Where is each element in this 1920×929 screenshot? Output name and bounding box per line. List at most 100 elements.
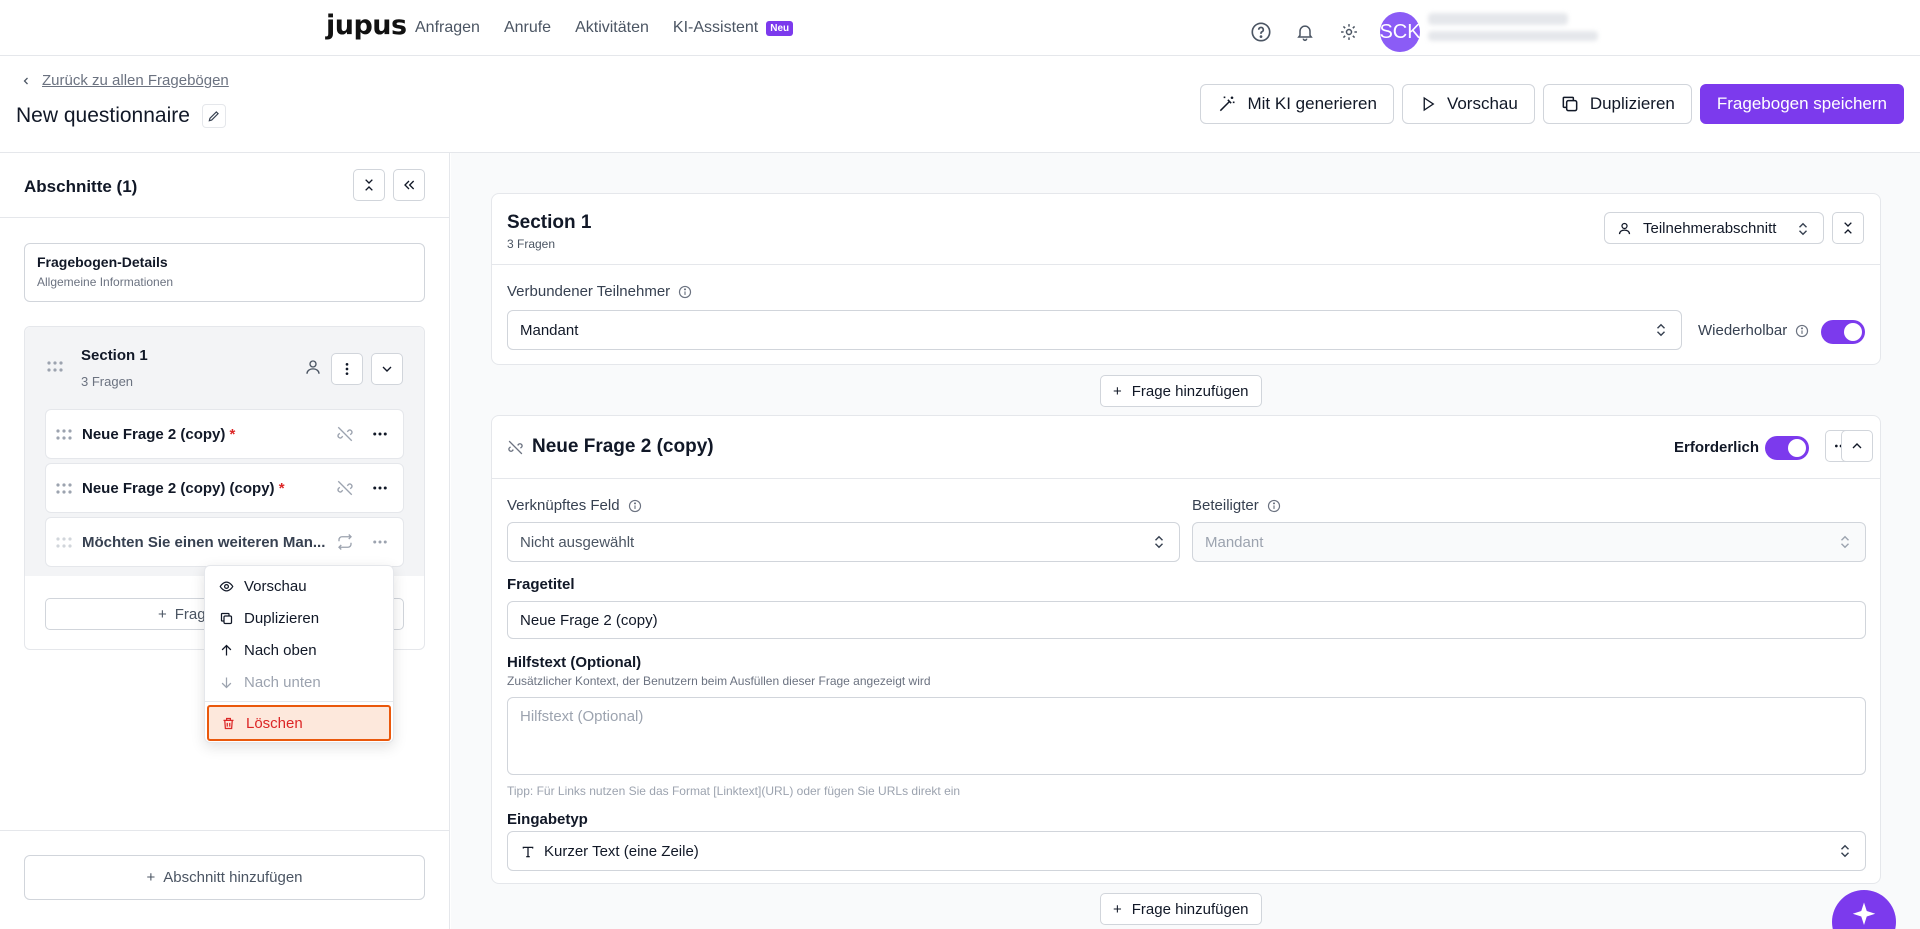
question-context-menu: Vorschau Duplizieren Nach oben Nach unte… xyxy=(204,565,394,743)
info-icon[interactable] xyxy=(678,285,692,299)
add-question-label: Frage hinzufügen xyxy=(1131,382,1249,400)
menu-item-delete[interactable]: Löschen xyxy=(207,705,391,741)
user-avatar[interactable]: SCK xyxy=(1379,12,1421,52)
bell-icon[interactable] xyxy=(1290,17,1320,47)
question-title-input[interactable]: Neue Frage 2 (copy) xyxy=(507,601,1866,639)
menu-item-move-down: Nach unten xyxy=(207,666,391,698)
generate-ai-button[interactable]: Mit KI generieren xyxy=(1200,84,1394,124)
more-horizontal-icon[interactable] xyxy=(371,479,389,497)
duplicate-button[interactable]: Duplizieren xyxy=(1542,84,1692,124)
drag-handle-icon[interactable] xyxy=(56,483,72,495)
menu-item-move-up[interactable]: Nach oben xyxy=(207,634,391,666)
add-question-button[interactable]: + Frage hinzufügen xyxy=(1100,375,1262,407)
question-panel-divider xyxy=(492,478,1880,479)
repeatable-toggle[interactable] xyxy=(1821,320,1865,344)
help-text-label: Hilfstext (Optional) xyxy=(507,654,642,671)
jupus-logo[interactable]: jupus xyxy=(326,10,407,41)
plus-icon: + xyxy=(1113,900,1122,918)
input-type-label: Eingabetyp xyxy=(507,811,588,828)
section-panel: Section 1 3 Fragen Teilnehmerabschnitt V… xyxy=(491,193,1881,365)
chevron-up-icon xyxy=(1852,443,1862,449)
back-link-label: Zurück zu allen Fragebögen xyxy=(42,72,229,89)
input-type-select[interactable]: Kurzer Text (eine Zeile) xyxy=(507,831,1866,871)
info-icon[interactable] xyxy=(1267,499,1281,513)
new-badge: Neu xyxy=(766,20,794,36)
question-collapse-button[interactable] xyxy=(1841,430,1873,462)
header-actions: Mit KI generieren Vorschau Duplizieren F… xyxy=(1200,84,1904,124)
gear-icon[interactable] xyxy=(1334,17,1364,47)
plus-icon: + xyxy=(146,869,156,886)
chevron-up-down-icon xyxy=(1155,535,1163,549)
help-text-tip: Tipp: Für Links nutzen Sie das Format [L… xyxy=(507,784,961,798)
menu-item-preview[interactable]: Vorschau xyxy=(207,570,391,602)
pencil-icon xyxy=(208,111,219,122)
chevron-up-down-icon xyxy=(1841,844,1849,858)
chevrons-collapse-icon xyxy=(365,179,373,191)
section-question-count: 3 Fragen xyxy=(507,237,556,251)
edit-title-button[interactable] xyxy=(201,104,226,128)
section-title[interactable]: Section 1 xyxy=(507,212,591,234)
question-label: Neue Frage 2 (copy) (copy) * xyxy=(82,480,285,497)
required-toggle[interactable] xyxy=(1765,436,1809,460)
help-text-textarea[interactable]: Hilfstext (Optional) xyxy=(507,697,1866,775)
collapse-all-button[interactable] xyxy=(353,169,385,201)
required-label: Erforderlich xyxy=(1674,439,1760,456)
main-editor: Section 1 3 Fragen Teilnehmerabschnitt V… xyxy=(451,153,1920,929)
trash-icon xyxy=(223,717,234,729)
save-questionnaire-button[interactable]: Fragebogen speichern xyxy=(1699,84,1904,124)
back-link[interactable]: Zurück zu allen Fragebögen xyxy=(20,72,229,89)
chevron-up-down-icon xyxy=(1841,535,1849,549)
more-horizontal-icon[interactable] xyxy=(371,425,389,443)
help-icon[interactable] xyxy=(1246,17,1276,47)
user-icon xyxy=(306,360,320,374)
menu-item-label: Nach oben xyxy=(244,641,317,659)
help-text-description: Zusätzlicher Kontext, der Benutzern beim… xyxy=(507,674,931,688)
add-question-button-bottom[interactable]: + Frage hinzufügen xyxy=(1100,893,1262,925)
top-icons: SCK xyxy=(1246,12,1421,52)
collapse-section-button[interactable] xyxy=(1832,212,1864,244)
preview-button[interactable]: Vorschau xyxy=(1401,84,1535,124)
chevron-down-icon xyxy=(382,366,392,372)
text-type-icon xyxy=(522,846,534,858)
copy-icon xyxy=(1562,96,1578,112)
add-section-button[interactable]: + Abschnitt hinzufügen xyxy=(24,855,425,900)
linked-participant-select[interactable]: Mandant xyxy=(507,310,1682,350)
nav-link-anrufe[interactable]: Anrufe xyxy=(504,19,551,37)
question-label: Neue Frage 2 (copy) * xyxy=(82,426,236,443)
user-name-blurred xyxy=(1428,13,1598,43)
drag-handle-icon[interactable] xyxy=(56,429,72,441)
sidebar-title: Abschnitte (1) xyxy=(24,177,138,196)
nav-link-anfragen[interactable]: Anfragen xyxy=(415,19,480,37)
more-horizontal-icon[interactable] xyxy=(371,533,389,551)
section-name[interactable]: Section 1 xyxy=(81,347,148,364)
sparkle-icon xyxy=(1852,902,1876,925)
section-type-select[interactable]: Teilnehmerabschnitt xyxy=(1604,212,1824,244)
question-item[interactable]: Möchten Sie einen weiteren Man... xyxy=(45,517,404,567)
menu-item-duplicate[interactable]: Duplizieren xyxy=(207,602,391,634)
details-subtitle: Allgemeine Informationen xyxy=(37,275,174,289)
section-more-button[interactable] xyxy=(331,353,363,385)
generate-ai-label: Mit KI generieren xyxy=(1247,94,1377,113)
sidebar-footer-divider xyxy=(0,830,449,831)
questionnaire-details-card[interactable]: Fragebogen-Details Allgemeine Informatio… xyxy=(24,243,425,302)
question-title[interactable]: Neue Frage 2 (copy) xyxy=(532,436,714,458)
info-icon[interactable] xyxy=(628,499,642,513)
question-item[interactable]: Neue Frage 2 (copy) * xyxy=(45,409,404,459)
duplicate-label: Duplizieren xyxy=(1589,94,1675,113)
menu-item-label: Vorschau xyxy=(244,577,307,595)
linked-field-select[interactable]: Nicht ausgewählt xyxy=(507,522,1180,562)
collapse-sidebar-button[interactable] xyxy=(393,169,425,201)
section-expand-button[interactable] xyxy=(371,353,403,385)
chevrons-left-icon xyxy=(404,180,415,190)
play-icon xyxy=(1423,96,1435,112)
question-item[interactable]: Neue Frage 2 (copy) (copy) * xyxy=(45,463,404,513)
nav-link-ki-assistent[interactable]: KI-Assistent Neu xyxy=(673,19,794,37)
nav-link-aktivitaeten[interactable]: Aktivitäten xyxy=(575,19,649,37)
menu-item-label: Löschen xyxy=(246,714,303,732)
info-icon[interactable] xyxy=(1795,324,1809,338)
chevron-up-down-icon xyxy=(1799,222,1807,236)
page-title: New questionnaire xyxy=(16,104,190,127)
unlinked-icon xyxy=(337,426,353,442)
drag-handle-icon[interactable] xyxy=(47,361,63,373)
drag-handle-icon[interactable] xyxy=(56,537,72,549)
